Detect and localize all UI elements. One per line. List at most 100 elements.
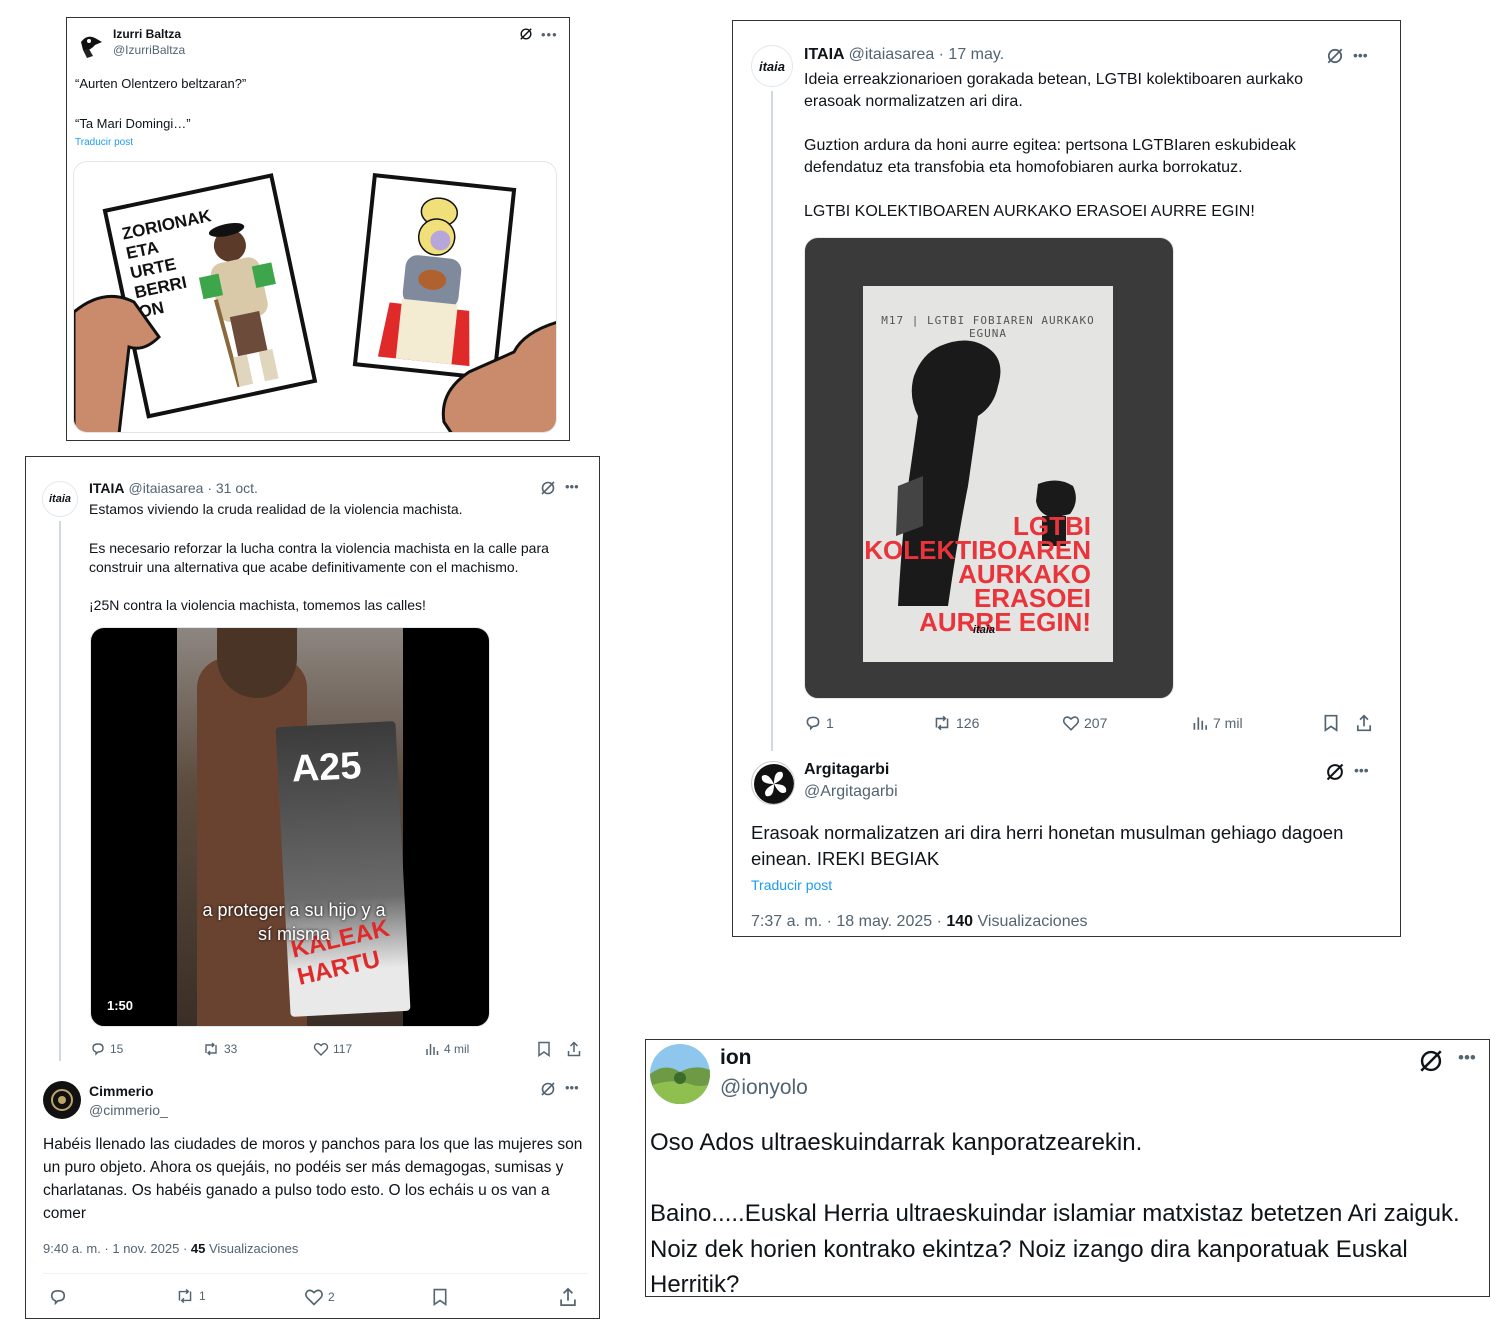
reply-meta: 7:37 a. m. · 18 may. 2025 · 140 Visualiz… — [751, 913, 1088, 931]
reply-avatar[interactable] — [43, 1081, 81, 1119]
video-frame: A25 KALEAK HARTU a proteger a su hijo y … — [177, 628, 411, 1026]
tweet-image[interactable]: ZORIONAK ETA URTE BERRI ON — [73, 161, 557, 433]
translate-link[interactable]: Traducir post — [75, 137, 133, 148]
reply-views-count: 45 — [190, 1241, 206, 1256]
sign-title: A25 — [290, 744, 363, 791]
author-handle[interactable]: @IzurriBaltza — [113, 43, 185, 57]
views-count: 4 mil — [444, 1042, 470, 1056]
reply-views-label: Visualizaciones — [973, 913, 1088, 930]
protest-sign: A25 KALEAK HARTU — [275, 721, 411, 1017]
author-name[interactable]: ITAIA — [89, 480, 125, 496]
reply-reply-button[interactable] — [48, 1287, 68, 1307]
views-button[interactable]: 4 mil — [424, 1041, 469, 1057]
more-icon[interactable]: ••• — [1353, 47, 1368, 63]
like-count: 117 — [333, 1042, 353, 1056]
plague-mask-icon — [76, 31, 104, 59]
lauburu-icon — [754, 764, 794, 804]
tweet-izurri-baltza: Izurri Baltza @IzurriBaltza ••• “Aurten … — [66, 17, 570, 441]
translate-link[interactable]: Traducir post — [751, 877, 832, 893]
reply-repost-button[interactable]: 1 — [175, 1287, 206, 1305]
share-icon[interactable] — [1355, 714, 1373, 732]
grok-icon[interactable] — [1418, 1048, 1444, 1074]
author-name[interactable]: Izurri Baltza — [113, 27, 181, 41]
share-icon[interactable] — [558, 1287, 578, 1307]
tweet-text: Ideia erreakzionarioen gorakada betean, … — [804, 71, 1303, 220]
tweet-itaia-lgtbi: itaia ITAIA @itaiasarea · 17 may. ••• Id… — [732, 20, 1401, 937]
bookmark-icon[interactable] — [1323, 714, 1339, 732]
author-name[interactable]: ITAIA — [804, 46, 845, 64]
reply-icon — [50, 1289, 66, 1306]
avatar[interactable]: itaia — [42, 481, 78, 517]
tweet-video[interactable]: A25 KALEAK HARTU a proteger a su hijo y … — [90, 627, 490, 1027]
like-icon — [1062, 716, 1080, 731]
like-button[interactable]: 207 — [1062, 714, 1107, 732]
grok-icon[interactable] — [1326, 47, 1344, 65]
more-icon[interactable]: ••• — [1458, 1048, 1476, 1068]
bookmark-icon[interactable] — [432, 1287, 448, 1307]
reply-views-count: 140 — [946, 913, 974, 930]
avatar[interactable] — [75, 30, 105, 60]
reply-avatar[interactable] — [751, 761, 795, 805]
grok-icon[interactable] — [540, 480, 556, 496]
like-count: 207 — [1084, 715, 1108, 731]
grok-icon[interactable] — [1325, 762, 1345, 782]
grok-icon[interactable] — [540, 1081, 556, 1097]
olentzero-cards-illustration: ZORIONAK ETA URTE BERRI ON — [74, 173, 556, 432]
reply-author-name[interactable]: Argitagarbi — [804, 761, 889, 779]
reply-text: Erasoak normalizatzen ari dira herri hon… — [751, 822, 1344, 869]
reply-button[interactable]: 1 — [804, 714, 834, 732]
reply-time[interactable]: 9:40 a. m. · 1 nov. 2025 · — [43, 1241, 191, 1256]
like-button[interactable]: 117 — [313, 1041, 352, 1057]
repost-icon — [178, 1288, 192, 1304]
reply-meta: 9:40 a. m. · 1 nov. 2025 · 45 Visualizac… — [43, 1241, 298, 1256]
reply-button[interactable]: 15 — [90, 1041, 123, 1057]
more-icon[interactable]: ••• — [565, 479, 579, 494]
reply-repost-count: 1 — [199, 1289, 206, 1303]
views-icon — [426, 1044, 439, 1055]
like-icon — [305, 1289, 323, 1306]
like-icon — [313, 1043, 329, 1056]
author-handle-date[interactable]: @itaiasarea · 17 may. — [849, 46, 1005, 64]
reply-author-handle[interactable]: @cimmerio_ — [89, 1102, 168, 1118]
tweet-image[interactable]: M17 | LGTBI FOBIAREN AURKAKO EGUNA LGTBI… — [804, 237, 1174, 699]
author-handle[interactable]: @ionyolo — [720, 1076, 808, 1100]
repost-count: 33 — [224, 1042, 238, 1056]
repost-count: 126 — [956, 715, 980, 731]
avatar-logo-text: itaia — [758, 59, 785, 74]
reply-time[interactable]: 7:37 a. m. · 18 may. 2025 · — [751, 913, 946, 930]
grok-icon[interactable] — [519, 27, 533, 41]
reply-icon — [92, 1043, 104, 1056]
share-icon[interactable] — [566, 1041, 582, 1057]
poster-slogan: LGTBI KOLEKTIBOAREN AURKAKO ERASOEI AURR… — [863, 513, 1091, 635]
video-duration: 1:50 — [107, 998, 134, 1013]
repost-icon — [935, 715, 949, 731]
landscape-avatar-image — [650, 1044, 710, 1104]
tweet-text: Oso Ados ultraeskuindarrak kanporatzeare… — [650, 1129, 1460, 1297]
avatar[interactable]: itaia — [751, 45, 793, 87]
reply-text: Habéis llenado las ciudades de moros y p… — [43, 1136, 583, 1222]
author-handle-date[interactable]: @itaiasarea · 31 oct. — [129, 480, 258, 496]
tweet-ion: ion @ionyolo ••• Oso Ados ultraeskuindar… — [645, 1039, 1490, 1297]
bookmark-icon[interactable] — [537, 1041, 551, 1057]
reply-like-count: 2 — [328, 1290, 335, 1304]
author-name[interactable]: ion — [720, 1046, 752, 1070]
reply-author-name[interactable]: Cimmerio — [89, 1083, 154, 1099]
repost-button[interactable]: 126 — [932, 714, 979, 732]
poster-line-3: AURKAKO ERASOEI — [958, 559, 1091, 613]
reply-like-button[interactable]: 2 — [304, 1287, 335, 1307]
repost-icon — [205, 1042, 217, 1056]
avatar[interactable] — [650, 1044, 710, 1104]
reply-author-handle[interactable]: @Argitagarbi — [804, 783, 898, 801]
tweet-text: Estamos viviendo la cruda realidad de la… — [89, 501, 549, 614]
reply-count: 1 — [826, 715, 834, 731]
more-icon[interactable]: ••• — [541, 27, 558, 42]
thread-line — [771, 91, 773, 751]
more-icon[interactable]: ••• — [1354, 762, 1369, 778]
views-button[interactable]: 7 mil — [1191, 714, 1243, 732]
more-icon[interactable]: ••• — [565, 1080, 579, 1095]
video-caption: a proteger a su hijo y a sí misma — [202, 900, 386, 944]
poster-logo: itaia — [973, 624, 996, 636]
poster: M17 | LGTBI FOBIAREN AURKAKO EGUNA LGTBI… — [863, 286, 1113, 662]
repost-button[interactable]: 33 — [202, 1041, 237, 1057]
reply-icon — [806, 716, 820, 731]
